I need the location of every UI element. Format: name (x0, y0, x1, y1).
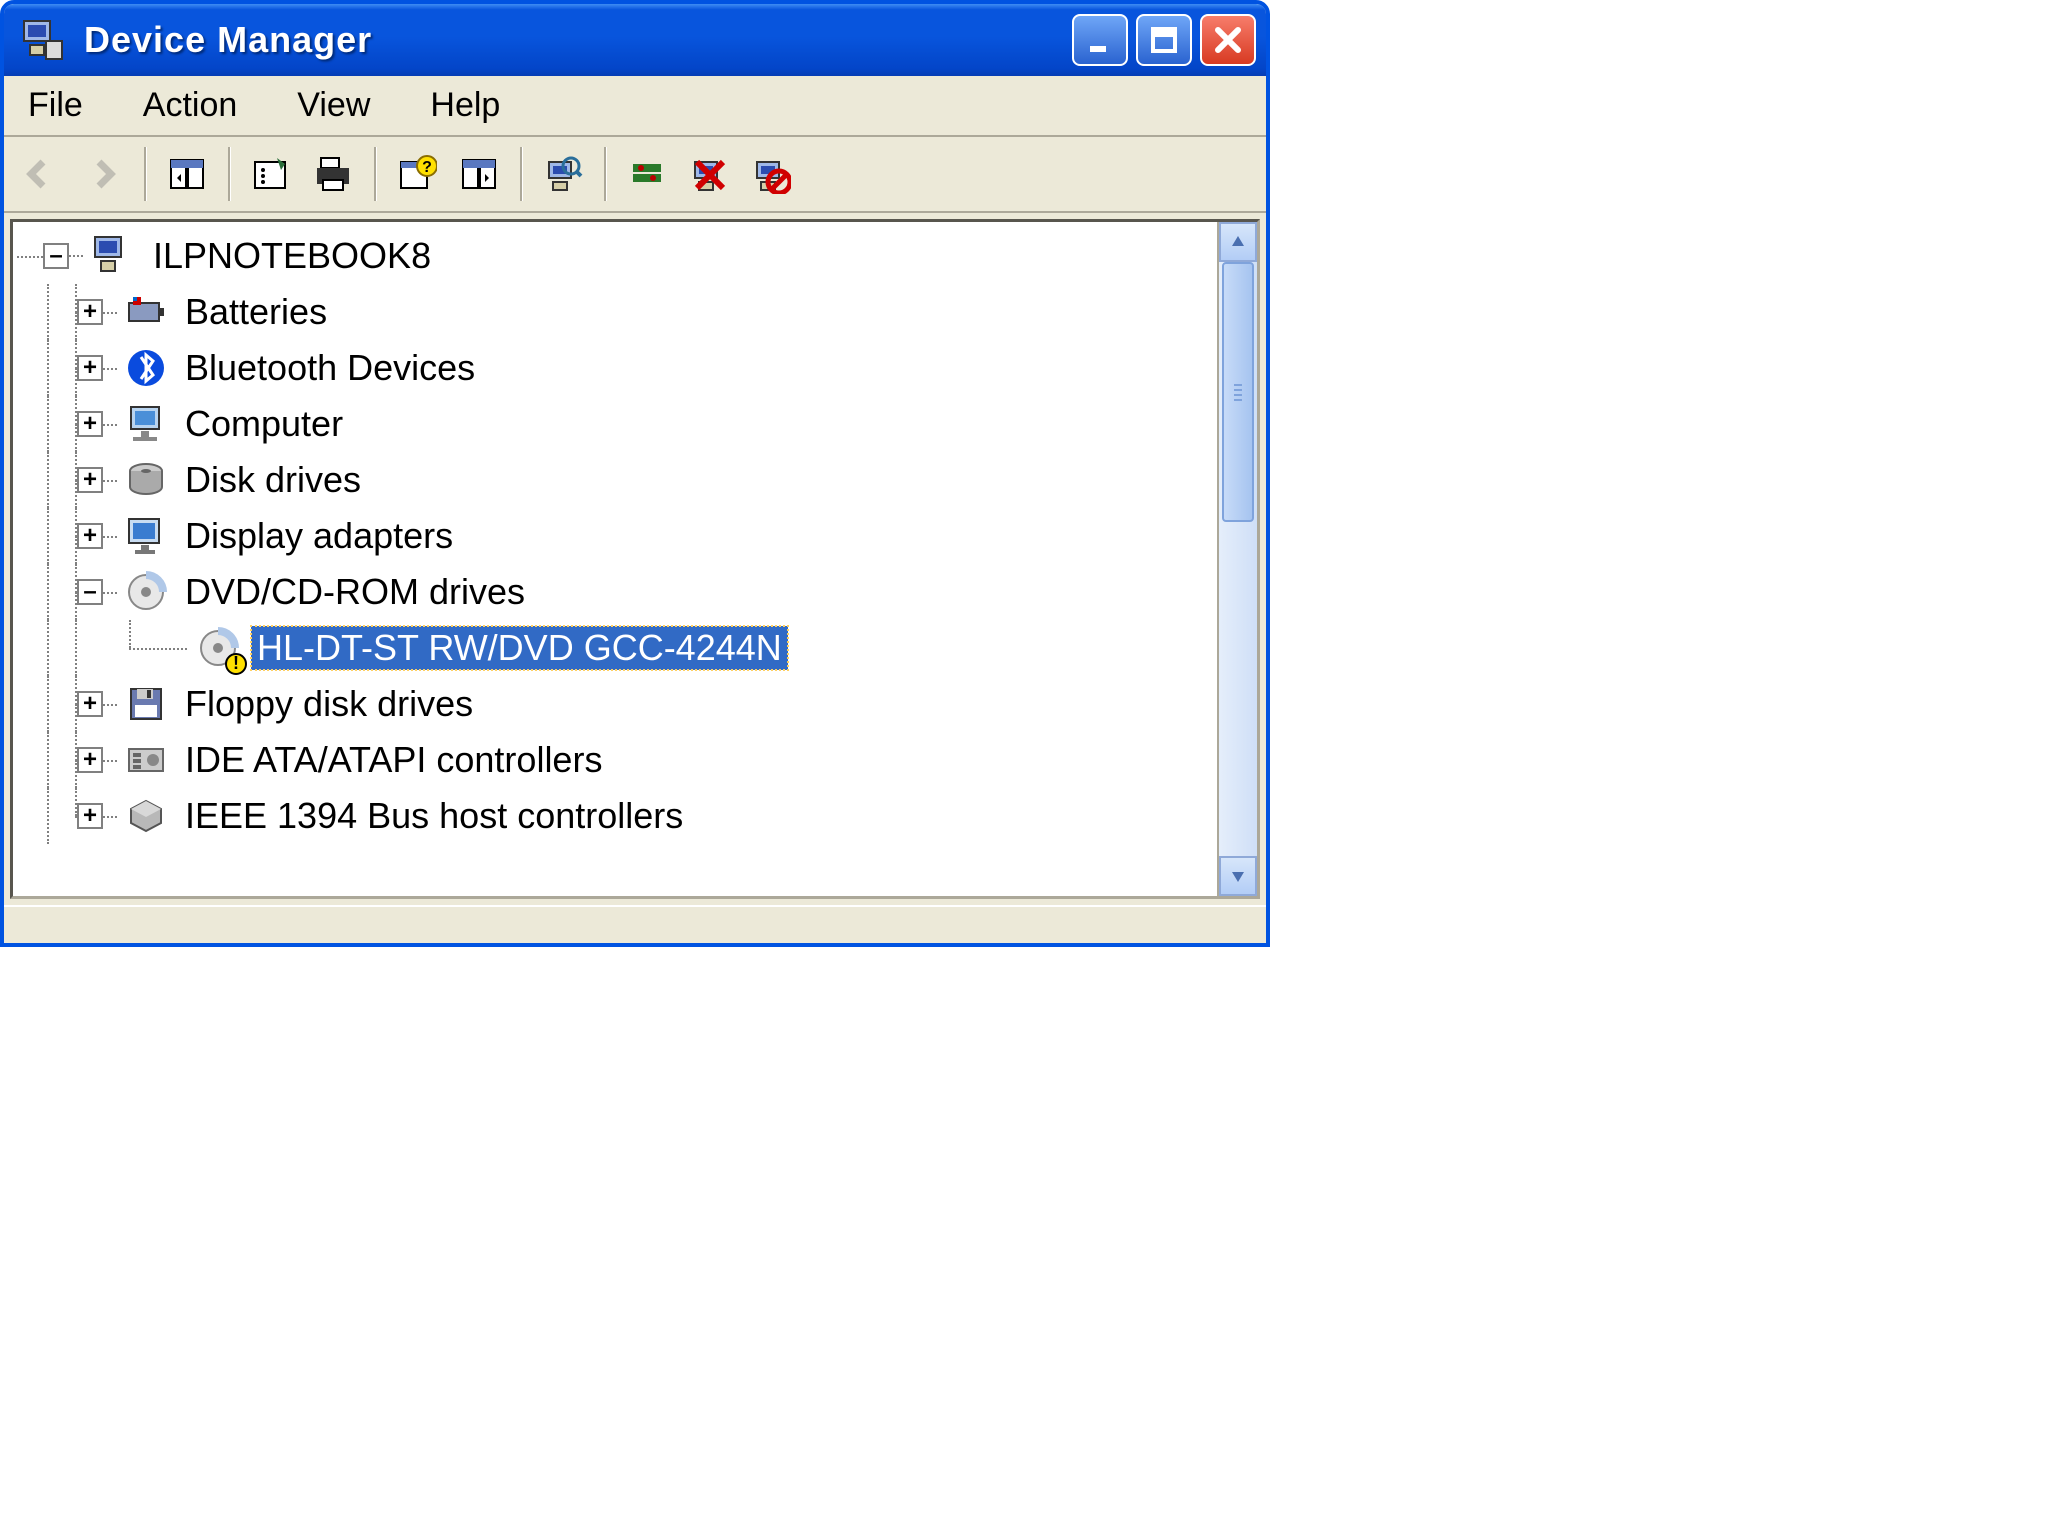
tree-category-row[interactable]: IEEE 1394 Bus host controllers (17, 788, 1213, 844)
minimize-button[interactable] (1072, 14, 1128, 66)
computer-icon (123, 401, 169, 447)
disable-button[interactable] (742, 145, 800, 203)
print-button[interactable] (304, 145, 362, 203)
disk-icon (123, 457, 169, 503)
expand-collapse-toggle[interactable] (77, 355, 103, 381)
battery-icon (123, 289, 169, 335)
expand-collapse-toggle[interactable] (77, 803, 103, 829)
scan-hardware-button[interactable] (534, 145, 592, 203)
tree-category-row[interactable]: Disk drives (17, 452, 1213, 508)
svg-text:?: ? (422, 159, 432, 176)
device-manager-icon (20, 17, 66, 63)
toolbar-separator (520, 147, 522, 201)
tree-category-row[interactable]: DVD/CD-ROM drives (17, 564, 1213, 620)
expand-collapse-toggle[interactable] (77, 691, 103, 717)
tree-category-row[interactable]: Display adapters (17, 508, 1213, 564)
menu-help[interactable]: Help (416, 82, 514, 129)
maximize-button[interactable] (1136, 14, 1192, 66)
tree-category-label[interactable]: IEEE 1394 Bus host controllers (179, 794, 689, 838)
expand-collapse-toggle[interactable] (77, 747, 103, 773)
titlebar: Device Manager (4, 4, 1266, 76)
tree-device-row[interactable]: !HL-DT-ST RW/DVD GCC-4244N (17, 620, 1213, 676)
expand-collapse-toggle[interactable] (77, 467, 103, 493)
expand-collapse-toggle[interactable] (77, 579, 103, 605)
ide-icon (123, 737, 169, 783)
bluetooth-icon (123, 345, 169, 391)
tree-category-row[interactable]: Computer (17, 396, 1213, 452)
toolbar: ? (4, 137, 1266, 213)
menu-file[interactable]: File (14, 82, 97, 129)
window-controls (1072, 14, 1256, 66)
tree-root-label[interactable]: ILPNOTEBOOK8 (147, 234, 437, 278)
tree-category-label[interactable]: IDE ATA/ATAPI controllers (179, 738, 608, 782)
scrollbar-track[interactable] (1219, 262, 1257, 856)
expand-collapse-toggle[interactable] (77, 523, 103, 549)
warning-badge-icon: ! (225, 653, 247, 675)
vertical-scrollbar[interactable] (1217, 222, 1257, 896)
toolbar-separator (604, 147, 606, 201)
expand-collapse-toggle[interactable] (77, 299, 103, 325)
tree-category-label[interactable]: Disk drives (179, 458, 367, 502)
menu-action[interactable]: Action (129, 82, 252, 129)
tree-category-label[interactable]: DVD/CD-ROM drives (179, 570, 531, 614)
help-button[interactable]: ? (388, 145, 446, 203)
scroll-up-button[interactable] (1219, 222, 1257, 262)
content-area: ILPNOTEBOOK8 Batteries Bluetooth Devices C… (10, 219, 1260, 899)
toolbar-separator (374, 147, 376, 201)
tree-device-label[interactable]: HL-DT-ST RW/DVD GCC-4244N (251, 626, 788, 670)
expand-collapse-toggle[interactable] (77, 411, 103, 437)
show-hide-tree-button[interactable] (158, 145, 216, 203)
tree-category-row[interactable]: IDE ATA/ATAPI controllers (17, 732, 1213, 788)
tree-category-row[interactable]: Bluetooth Devices (17, 340, 1213, 396)
device-manager-window: Device Manager File Action View Help (0, 0, 1270, 947)
cdrom-icon (123, 569, 169, 615)
computer-root-icon (91, 233, 137, 279)
tree-category-label[interactable]: Display adapters (179, 514, 459, 558)
tree-root-row[interactable]: ILPNOTEBOOK8 (17, 228, 1213, 284)
tree-category-label[interactable]: Batteries (179, 290, 333, 334)
tree-category-label[interactable]: Computer (179, 402, 349, 446)
expand-collapse-toggle[interactable] (43, 243, 69, 269)
scrollbar-thumb[interactable] (1222, 262, 1254, 522)
action-pane-button[interactable] (450, 145, 508, 203)
forward-button (74, 145, 132, 203)
tree-category-row[interactable]: Floppy disk drives (17, 676, 1213, 732)
display-icon (123, 513, 169, 559)
device-tree[interactable]: ILPNOTEBOOK8 Batteries Bluetooth Devices C… (13, 222, 1217, 896)
properties-button[interactable] (242, 145, 300, 203)
menu-view[interactable]: View (283, 82, 384, 129)
toolbar-separator (228, 147, 230, 201)
tree-category-label[interactable]: Floppy disk drives (179, 682, 479, 726)
floppy-icon (123, 681, 169, 727)
tree-category-row[interactable]: Batteries (17, 284, 1213, 340)
window-title: Device Manager (84, 19, 1072, 61)
toolbar-separator (144, 147, 146, 201)
statusbar (4, 905, 1266, 943)
update-driver-button[interactable] (618, 145, 676, 203)
scroll-down-button[interactable] (1219, 856, 1257, 896)
uninstall-button[interactable] (680, 145, 738, 203)
tree-category-label[interactable]: Bluetooth Devices (179, 346, 481, 390)
close-button[interactable] (1200, 14, 1256, 66)
back-button (12, 145, 70, 203)
cdrom-icon: ! (195, 625, 241, 671)
menubar: File Action View Help (4, 76, 1266, 137)
chip-icon (123, 793, 169, 839)
